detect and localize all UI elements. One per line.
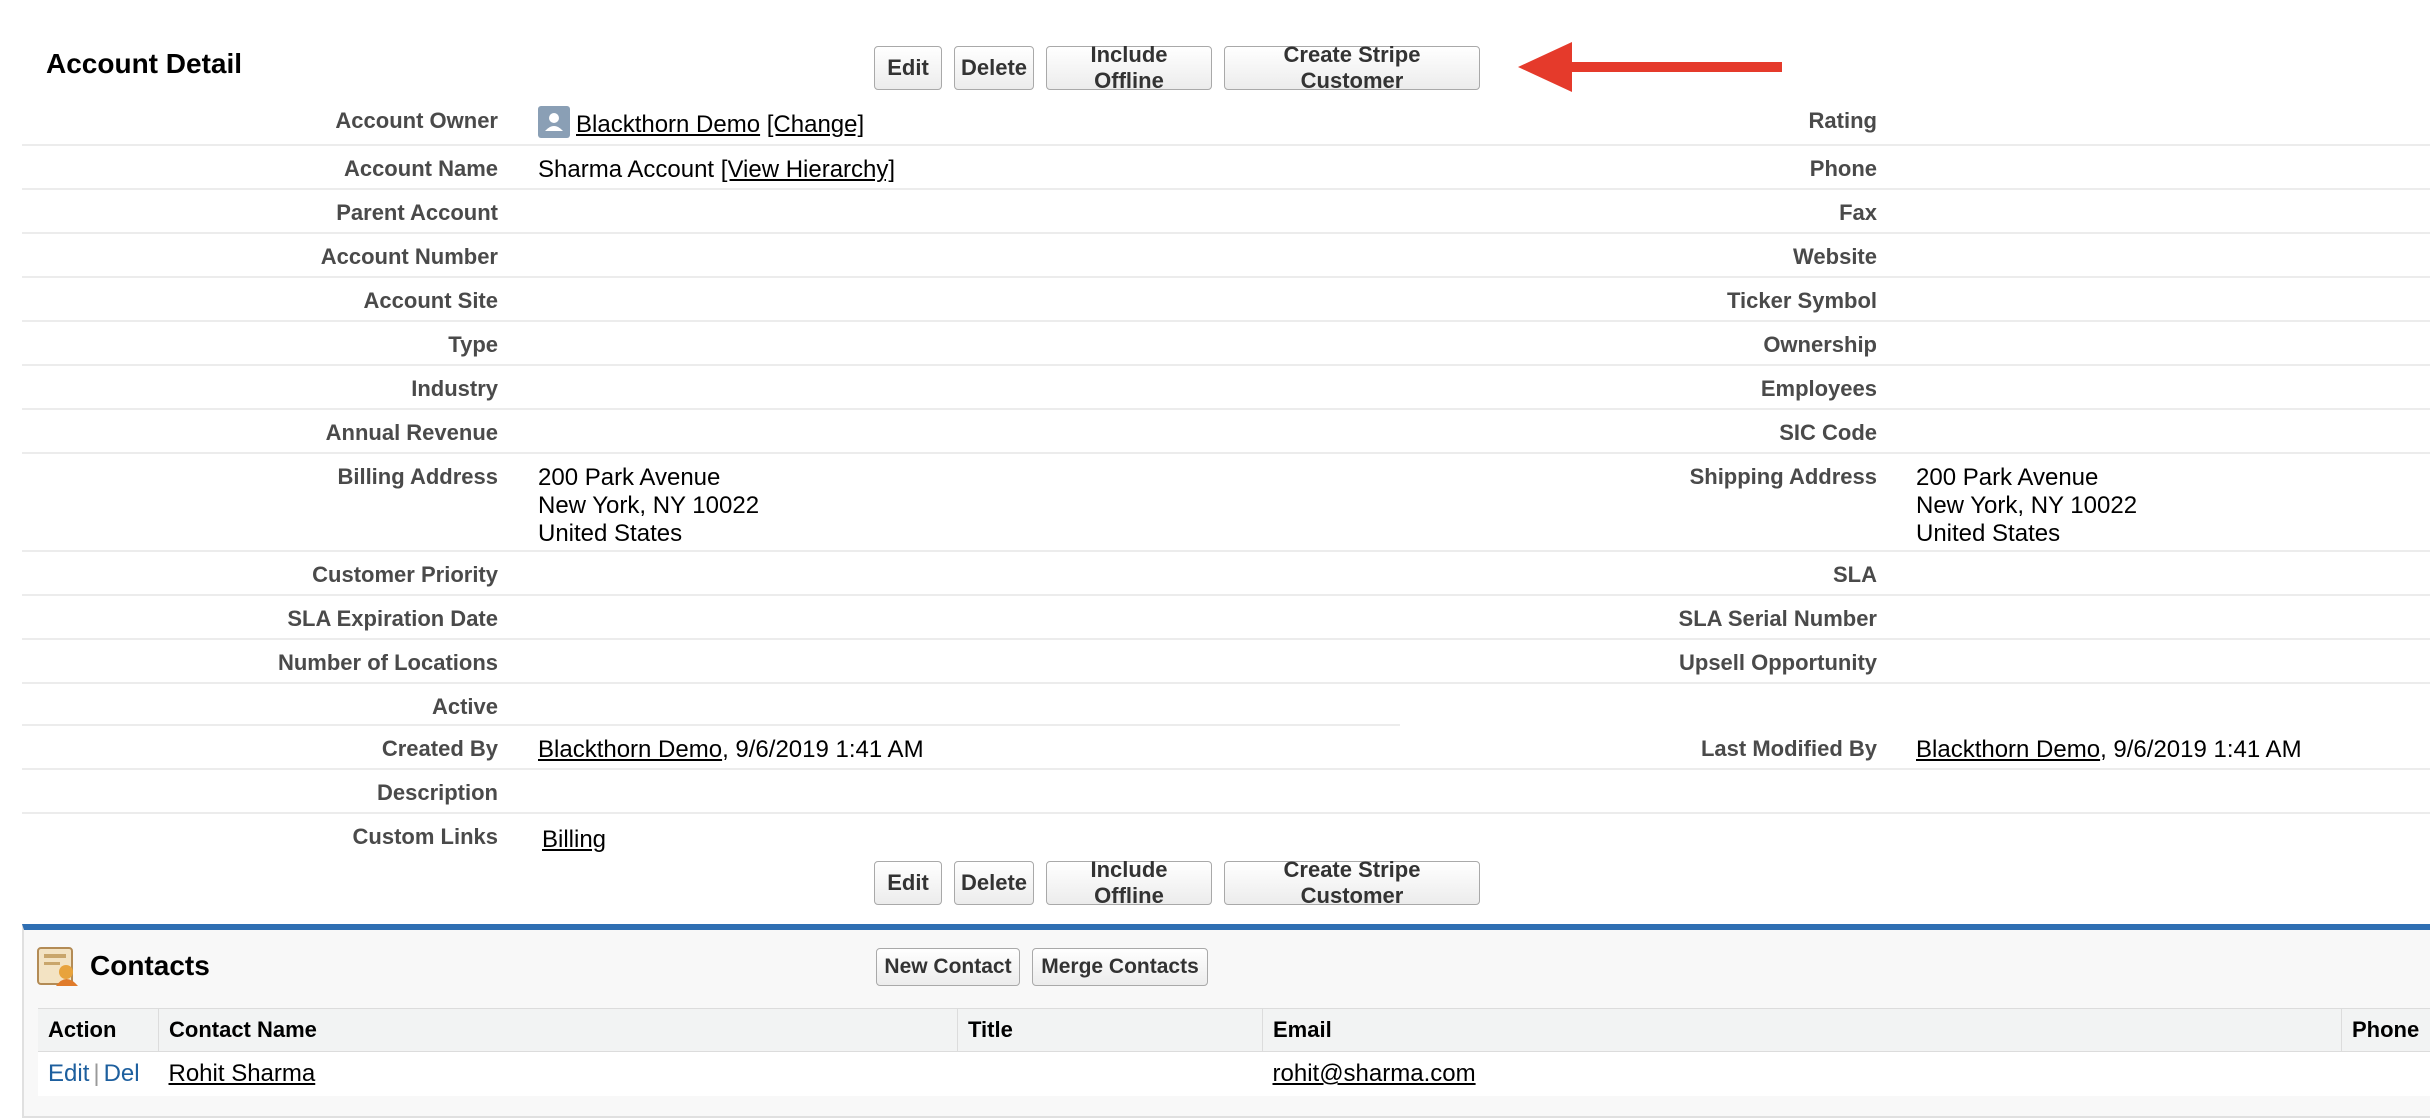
detail-row: Account Site Ticker Symbol [22, 278, 2430, 322]
detail-row: Created By Blackthorn Demo, 9/6/2019 1:4… [22, 726, 2430, 770]
edit-contact-link[interactable]: Edit [48, 1060, 89, 1087]
column-header-title[interactable]: Title [957, 1008, 1263, 1052]
detail-row: Description [22, 770, 2430, 814]
detail-row: Type Ownership [22, 322, 2430, 366]
detail-row: Account Owner Blackthorn Demo [Change] R… [22, 98, 2430, 146]
edit-button[interactable]: Edit [874, 861, 942, 905]
shipping-address-label: Shipping Address [1689, 464, 1877, 489]
detail-row: Active [22, 684, 2430, 726]
sla-label: SLA [1833, 562, 1877, 587]
table-row: Edit | Del Rohit Sharma rohit@sharma.com [38, 1052, 2430, 1097]
shipping-address-line: New York, NY 10022 [1916, 492, 2138, 519]
detail-row: Parent Account Fax [22, 190, 2430, 234]
detail-row: Industry Employees [22, 366, 2430, 410]
detail-row: SLA Expiration Date SLA Serial Number [22, 596, 2430, 640]
action-separator: | [93, 1060, 100, 1087]
detail-row: Account Number Website [22, 234, 2430, 278]
detail-row: Customer Priority SLA [22, 552, 2430, 596]
contacts-title: Contacts [90, 950, 210, 981]
phone-cell [2342, 1052, 2430, 1097]
email-link[interactable]: rohit@sharma.com [1273, 1060, 1476, 1087]
phone-label: Phone [1809, 156, 1877, 181]
last-modified-by-value: Blackthorn Demo, 9/6/2019 1:41 AM [1916, 736, 2302, 764]
contact-name-cell: Rohit Sharma [159, 1052, 958, 1097]
contacts-icon [37, 947, 78, 986]
email-cell: rohit@sharma.com [1263, 1052, 2342, 1097]
column-header-email[interactable]: Email [1262, 1008, 2342, 1052]
custom-links-label: Custom Links [352, 824, 498, 849]
delete-contact-link[interactable]: Del [104, 1060, 140, 1087]
employees-label: Employees [1760, 376, 1877, 401]
ticker-symbol-label: Ticker Symbol [1727, 288, 1877, 313]
detail-row: Billing Address 200 Park Avenue New York… [22, 454, 2430, 552]
action-cell: Edit | Del [38, 1052, 159, 1097]
last-modified-by-label: Last Modified By [1700, 736, 1877, 761]
detail-row: Custom Links Billing [22, 814, 2430, 860]
shipping-address-value: 200 Park Avenue New York, NY 10022 Unite… [1916, 464, 2137, 548]
active-label: Active [431, 694, 498, 719]
detail-row: Number of Locations Upsell Opportunity [22, 640, 2430, 684]
shipping-address-line: 200 Park Avenue [1916, 464, 2099, 491]
custom-links-value: Billing [542, 826, 606, 854]
last-modified-user-link[interactable]: Blackthorn Demo [1916, 736, 2100, 763]
delete-button[interactable]: Delete [954, 861, 1034, 905]
sla-serial-number-label: SLA Serial Number [1678, 606, 1877, 631]
website-label: Website [1793, 244, 1877, 269]
bottom-button-bar: Edit Delete Include Offline Create Strip… [874, 857, 1480, 908]
description-label: Description [376, 780, 498, 805]
sic-code-label: SIC Code [1779, 420, 1877, 445]
title-cell [958, 1052, 1263, 1097]
merge-contacts-button[interactable]: Merge Contacts [1032, 948, 1208, 986]
page-title: Account Detail [46, 48, 243, 79]
billing-address-line: United States [538, 520, 683, 547]
billing-link[interactable]: Billing [542, 826, 606, 853]
include-offline-button[interactable]: Include Offline [1046, 42, 1212, 93]
shipping-address-line: United States [1916, 520, 2061, 547]
delete-button[interactable]: Delete [954, 46, 1034, 90]
column-header-phone[interactable]: Phone [2341, 1008, 2430, 1052]
detail-row: Account Name Sharma Account [View Hierar… [22, 146, 2430, 190]
create-stripe-customer-button[interactable]: Create Stripe Customer [1224, 42, 1480, 93]
table-header-row: Action Contact Name Title Email Phone [38, 1008, 2430, 1052]
column-header-contact-name[interactable]: Contact Name [158, 1008, 958, 1052]
account-detail-section: Account Owner Blackthorn Demo [Change] R… [22, 98, 2430, 860]
column-header-action: Action [38, 1008, 159, 1052]
fax-label: Fax [1839, 200, 1877, 225]
upsell-opportunity-label: Upsell Opportunity [1679, 650, 1877, 675]
contact-name-link[interactable]: Rohit Sharma [169, 1060, 316, 1087]
new-contact-button[interactable]: New Contact [876, 948, 1020, 986]
top-button-bar: Edit Delete Include Offline Create Strip… [874, 42, 1480, 93]
ownership-label: Ownership [1763, 332, 1877, 357]
edit-button[interactable]: Edit [874, 46, 942, 90]
billing-address-line: New York, NY 10022 [538, 492, 760, 519]
contacts-button-bar: New Contact Merge Contacts [876, 948, 1208, 986]
annotation-arrow-icon [1518, 42, 1782, 92]
detail-row: Annual Revenue SIC Code [22, 410, 2430, 454]
rating-label: Rating [1808, 108, 1877, 133]
include-offline-button[interactable]: Include Offline [1046, 857, 1212, 908]
last-modified-date: , 9/6/2019 1:41 AM [2100, 736, 2302, 763]
contacts-table: Action Contact Name Title Email Phone Ed… [38, 1008, 2430, 1096]
contacts-related-list: Contacts New Contact Merge Contacts Acti… [22, 924, 2430, 1118]
create-stripe-customer-button[interactable]: Create Stripe Customer [1224, 857, 1480, 908]
